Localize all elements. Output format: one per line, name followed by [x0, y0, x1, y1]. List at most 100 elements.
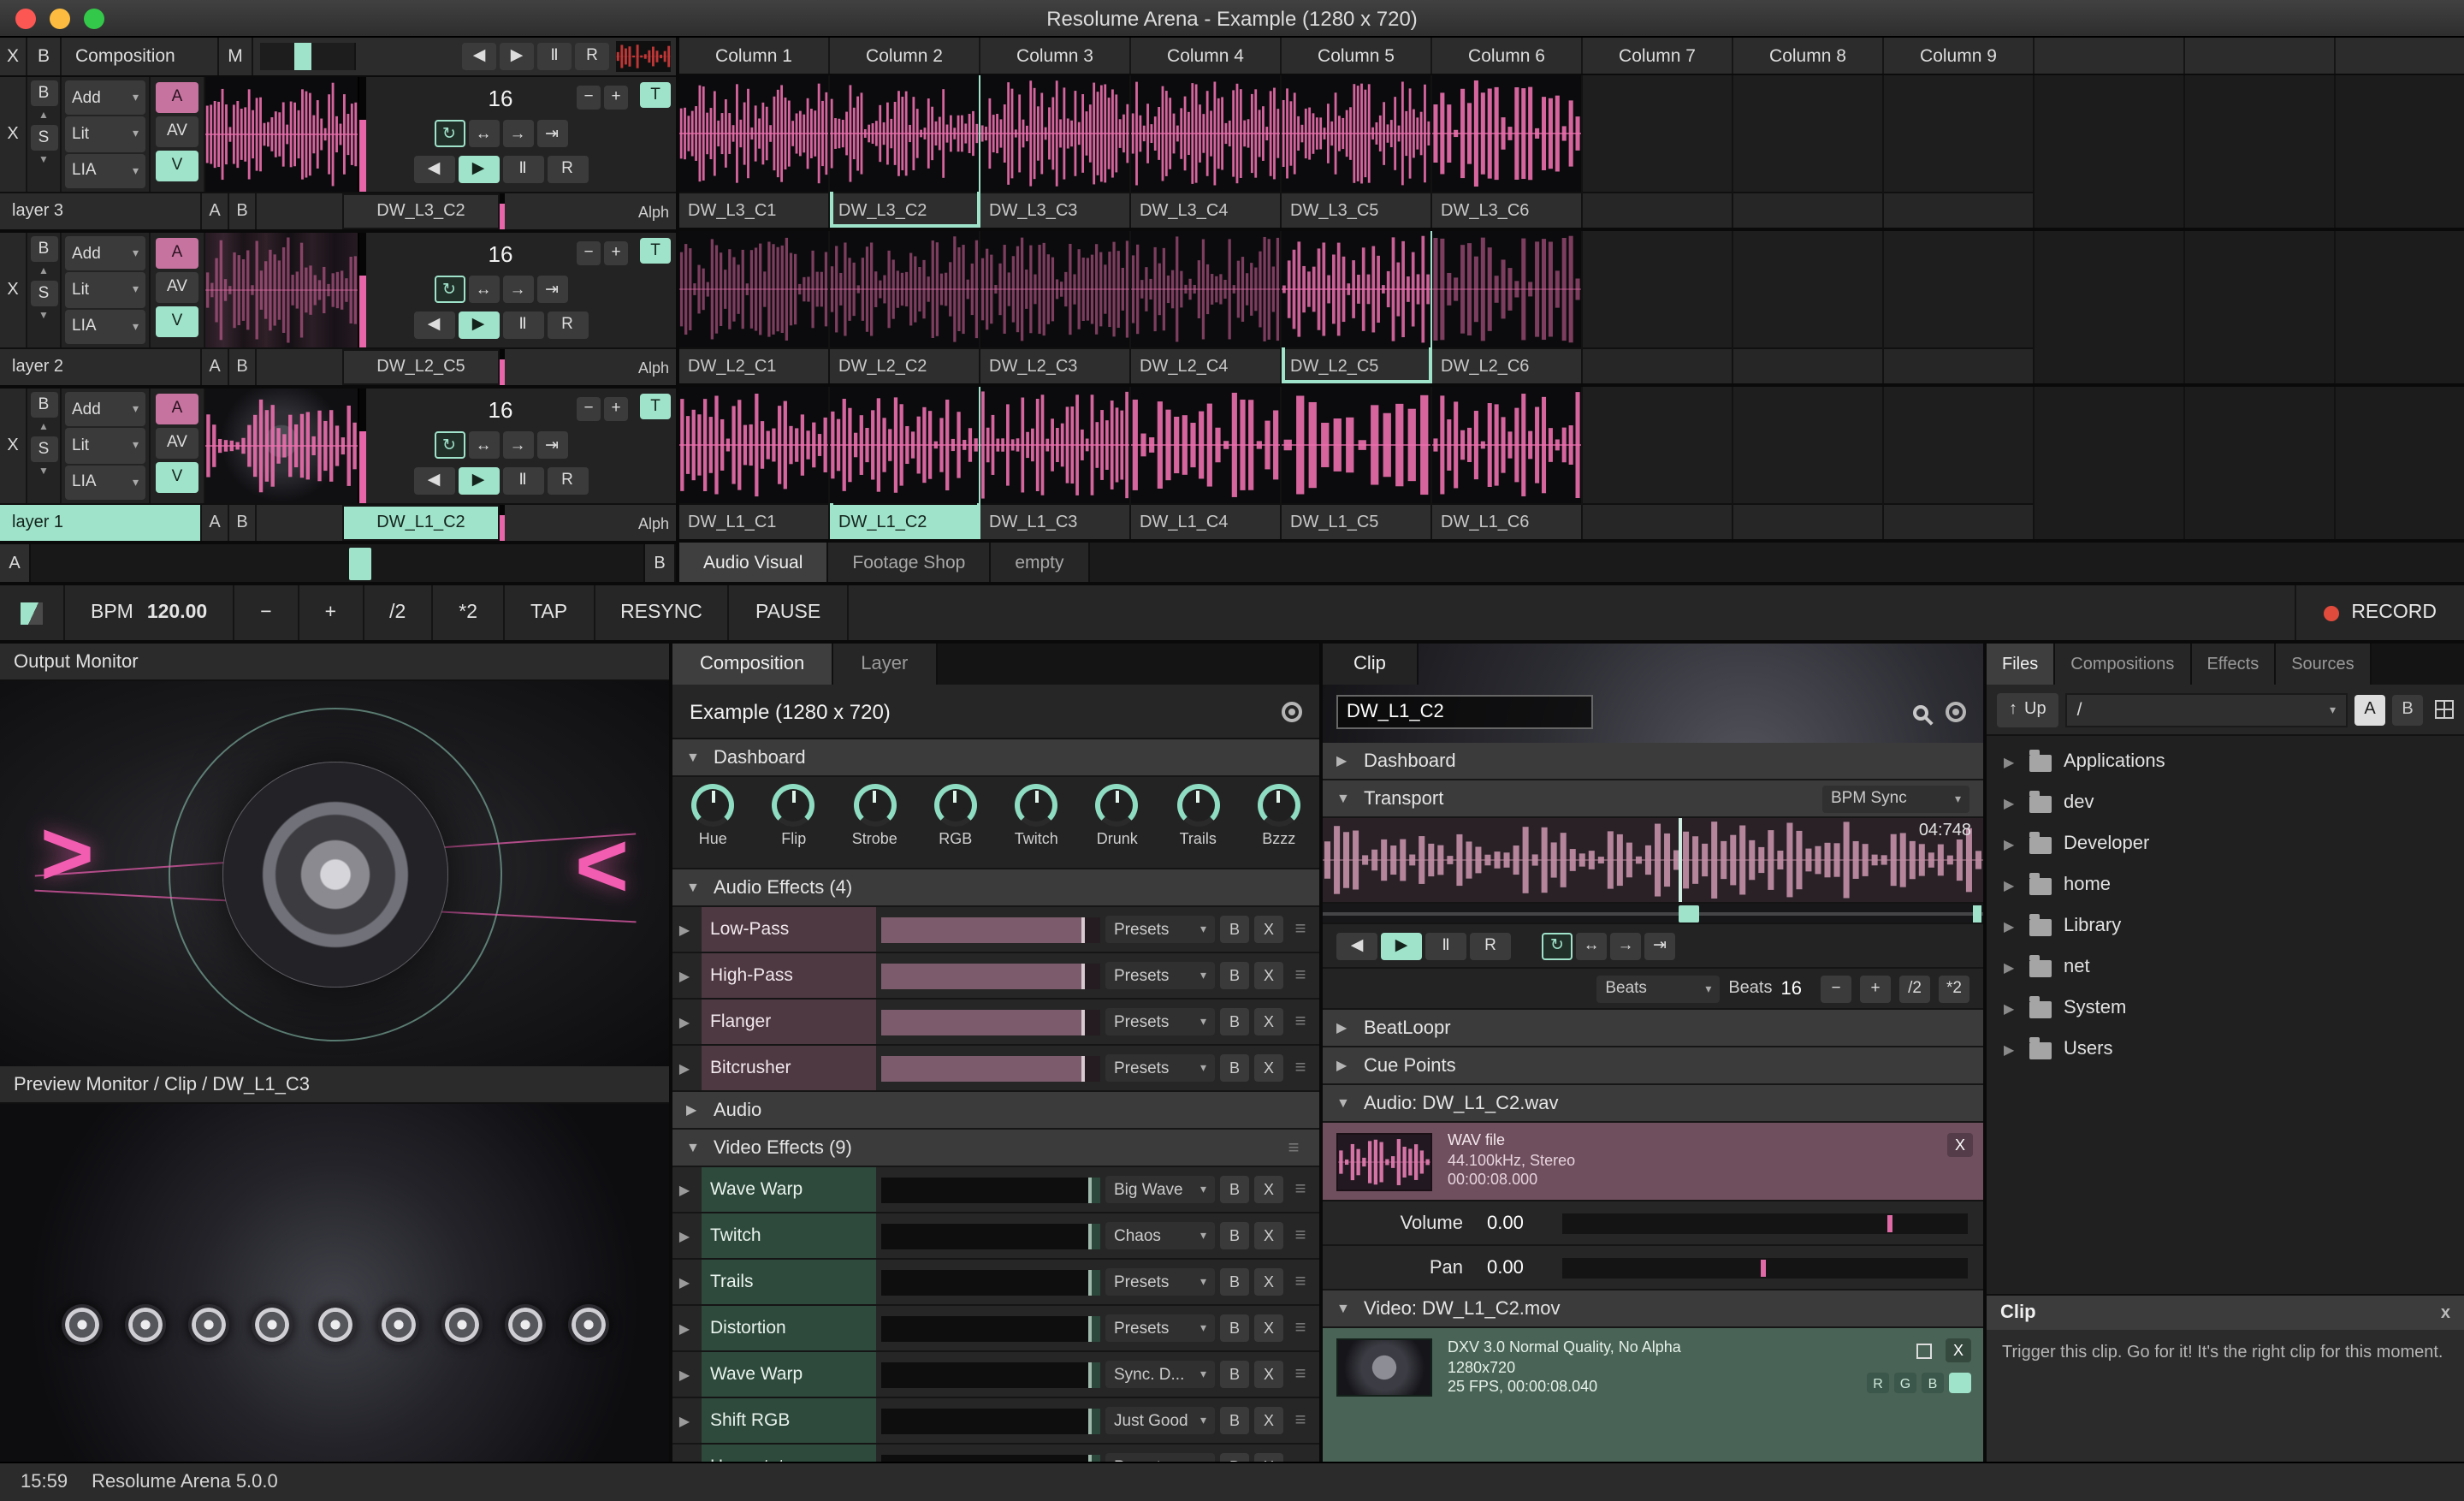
empty-clip-cell[interactable]: [1884, 231, 2035, 383]
knob-hue[interactable]: Hue: [675, 784, 750, 847]
section-audio-file[interactable]: ▼ Audio: DW_L1_C2.wav: [1323, 1085, 1983, 1123]
bpm-display[interactable]: BPM 120.00: [65, 585, 235, 640]
bpm-minus-button[interactable]: −: [234, 585, 299, 640]
effect-bypass-button[interactable]: B: [1220, 1268, 1249, 1296]
preview-monitor-header[interactable]: Preview Monitor / Clip / DW_L1_C3: [0, 1066, 669, 1104]
clip-cell[interactable]: DW_L1_C6: [1432, 387, 1583, 539]
effect-bypass-button[interactable]: B: [1220, 1361, 1249, 1388]
empty-clip-cell[interactable]: [1583, 231, 1733, 383]
tab-composition[interactable]: Composition: [672, 644, 834, 685]
back-button[interactable]: ◀: [413, 311, 454, 340]
empty-clip-cell[interactable]: [1733, 231, 1884, 383]
knob-dial[interactable]: [772, 784, 815, 827]
effect-preset-dropdown[interactable]: Presets▾: [1105, 962, 1215, 989]
layer-beats-value[interactable]: 16: [489, 86, 513, 112]
section-video-effects[interactable]: ▼ Video Effects (9) ≡: [672, 1130, 1319, 1167]
expand-icon[interactable]: ▶: [672, 1320, 696, 1336]
effect-slider[interactable]: [881, 1408, 1100, 1433]
close-button[interactable]: [15, 8, 36, 28]
output-monitor-header[interactable]: Output Monitor: [0, 644, 669, 681]
play-once-button[interactable]: ⇥: [536, 276, 567, 304]
layer-av-button[interactable]: AV: [156, 116, 198, 147]
section-video-file[interactable]: ▼ Video: DW_L1_C2.mov: [1323, 1290, 1983, 1329]
layer-v-button[interactable]: V: [156, 306, 198, 337]
layer-x-button[interactable]: X: [0, 233, 27, 347]
clip-cell[interactable]: DW_L3_C5: [1282, 75, 1432, 228]
clip-cell[interactable]: DW_L1_C5: [1282, 387, 1432, 539]
crossfader-a-button[interactable]: A: [0, 544, 31, 582]
effect-bypass-button[interactable]: B: [1220, 1407, 1249, 1434]
gear-icon[interactable]: [1282, 701, 1302, 721]
effect-slider[interactable]: [881, 1177, 1100, 1202]
chevron-down-icon[interactable]: ▼: [38, 308, 49, 323]
effect-clear-button[interactable]: X: [1254, 1453, 1283, 1462]
knob-dial[interactable]: [1015, 784, 1058, 827]
green-channel-button[interactable]: G: [1894, 1373, 1916, 1394]
knob-strobe[interactable]: Strobe: [837, 784, 912, 847]
pause-button[interactable]: PAUSE: [730, 585, 849, 640]
effect-bypass-button[interactable]: B: [1220, 962, 1249, 989]
effect-preset-dropdown[interactable]: Chaos ▾: [1105, 1222, 1215, 1249]
layer-x-button[interactable]: X: [0, 77, 27, 192]
clip-cell[interactable]: DW_L1_C4: [1131, 387, 1282, 539]
clip-cell[interactable]: DW_L2_C2: [830, 231, 980, 383]
beats-minus-button[interactable]: −: [577, 85, 601, 110]
tree-expand-icon[interactable]: ▶: [2004, 918, 2017, 934]
transition-button[interactable]: T: [640, 394, 671, 419]
layer-clip-thumbnail[interactable]: [205, 389, 359, 503]
play-button[interactable]: ▶: [458, 311, 499, 340]
effect-name[interactable]: Wave Warp: [702, 1167, 876, 1212]
empty-clip-cell[interactable]: [1733, 387, 1884, 539]
beats-plus-button[interactable]: +: [604, 240, 628, 265]
deck-tab-footage-shop[interactable]: Footage Shop: [828, 543, 992, 582]
folder-item-system[interactable]: ▶ System: [1987, 988, 2464, 1029]
play-button[interactable]: ▶: [1381, 932, 1422, 959]
beats-plus-button[interactable]: +: [604, 85, 628, 110]
drag-handle-icon[interactable]: ≡: [1288, 1364, 1312, 1385]
drag-handle-icon[interactable]: ≡: [1288, 1225, 1312, 1246]
effect-clear-button[interactable]: X: [1254, 1407, 1283, 1434]
knob-bzzz[interactable]: Bzzz: [1241, 784, 1317, 847]
column-header-6[interactable]: Column 6: [1432, 38, 1583, 74]
layer-beats-value[interactable]: 16: [489, 242, 513, 268]
clip-cell[interactable]: DW_L2_C4: [1131, 231, 1282, 383]
beats-minus-button[interactable]: −: [577, 396, 601, 421]
effect-preset-dropdown[interactable]: Just Good ▾: [1105, 1407, 1215, 1434]
effect-clear-button[interactable]: X: [1254, 1361, 1283, 1388]
remove-video-button[interactable]: X: [1946, 1338, 1971, 1363]
forward-mode-button[interactable]: →: [502, 431, 533, 460]
record-button[interactable]: RECORD: [2295, 585, 2464, 640]
knob-dial[interactable]: [853, 784, 897, 827]
play-once-button[interactable]: ⇥: [536, 120, 567, 148]
pan-value[interactable]: 0.00: [1470, 1257, 1562, 1278]
clip-cell[interactable]: DW_L2_C3: [980, 231, 1131, 383]
expand-icon[interactable]: ▶: [672, 1413, 696, 1428]
alpha-channel-button[interactable]: [1949, 1373, 1971, 1394]
effect-name[interactable]: Low-Pass: [702, 907, 876, 952]
effect-clear-button[interactable]: X: [1254, 1268, 1283, 1296]
layer-bypass-button[interactable]: B: [30, 392, 57, 418]
clip-position-track[interactable]: [1323, 904, 1983, 924]
remove-audio-button[interactable]: X: [1947, 1133, 1973, 1157]
layer-name[interactable]: layer 2: [0, 349, 202, 385]
loop-mode-button[interactable]: ↻: [1542, 932, 1573, 959]
empty-clip-cell[interactable]: [1583, 75, 1733, 228]
layer-x-button[interactable]: X: [0, 389, 27, 503]
column-header-7[interactable]: Column 7: [1583, 38, 1733, 74]
preview-a-button[interactable]: A: [2354, 694, 2385, 725]
bounce-mode-button[interactable]: ↔: [468, 431, 499, 460]
clip-name-field[interactable]: DW_L1_C2: [1336, 695, 1593, 729]
tab-compositions[interactable]: Compositions: [2055, 644, 2192, 685]
effect-clear-button[interactable]: X: [1254, 1054, 1283, 1082]
empty-clip-cell[interactable]: [1583, 387, 1733, 539]
empty-clip-cell[interactable]: [1733, 75, 1884, 228]
beats-half-button[interactable]: /2: [1899, 975, 1930, 1002]
effect-bypass-button[interactable]: B: [1220, 1054, 1249, 1082]
beats-minus-button[interactable]: −: [577, 240, 601, 265]
layer-blend-dropdown[interactable]: Add ▾: [65, 80, 145, 116]
effect-clear-button[interactable]: X: [1254, 1176, 1283, 1203]
section-audio-effects[interactable]: ▼ Audio Effects (4): [672, 869, 1319, 907]
tab-effects[interactable]: Effects: [2191, 644, 2277, 685]
crossfader-b-label[interactable]: B: [229, 349, 257, 385]
composition-x-button[interactable]: X: [0, 38, 27, 75]
